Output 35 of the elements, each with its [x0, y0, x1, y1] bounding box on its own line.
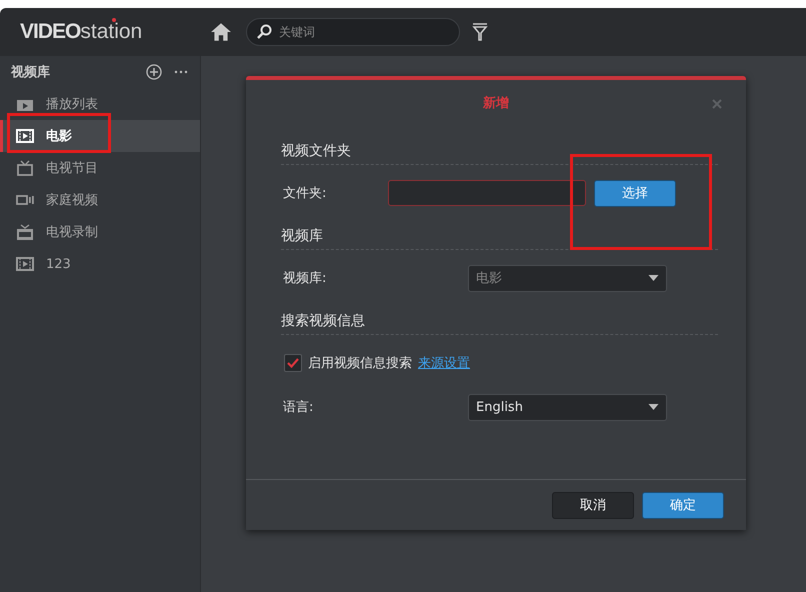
- add-icon[interactable]: [146, 64, 162, 80]
- tv-icon: [16, 160, 34, 176]
- field-label: 语言:: [283, 399, 314, 416]
- sidebar-item[interactable]: 电视节目: [0, 152, 200, 184]
- sidebar-item[interactable]: 电影: [0, 120, 200, 152]
- caret-icon: [648, 275, 659, 281]
- video-camera-icon: [16, 194, 34, 206]
- cancel-button[interactable]: 取消: [552, 492, 634, 518]
- sidebar-item[interactable]: 123: [0, 248, 200, 280]
- checkbox-label: 启用视频信息搜索: [308, 355, 412, 372]
- sidebar-item[interactable]: 家庭视频: [0, 184, 200, 216]
- confirm-button[interactable]: 确定: [642, 492, 724, 518]
- search-field[interactable]: 关键词: [246, 18, 460, 46]
- select-button[interactable]: 选择: [594, 180, 676, 206]
- filter-icon[interactable]: [472, 23, 488, 41]
- sidebar-title: 视频库: [11, 64, 51, 81]
- logo: VIDEOstation: [19, 20, 144, 44]
- sidebar-item[interactable]: 播放列表: [0, 88, 200, 120]
- folder-input-field[interactable]: [388, 180, 586, 206]
- field-label: 视频库:: [283, 270, 328, 287]
- film-icon: [16, 129, 34, 143]
- dialog-title: 新增: [482, 94, 510, 112]
- dropdown[interactable]: English: [468, 394, 667, 420]
- section-title: 视频库: [281, 223, 718, 250]
- section-title: 视频文件夹: [281, 138, 718, 165]
- sidebar-item[interactable]: 电视录制: [0, 216, 200, 248]
- source-settings-link[interactable]: 来源设置: [418, 354, 470, 372]
- film-icon: [16, 257, 34, 271]
- home-icon[interactable]: [210, 22, 232, 42]
- section-title: 搜索视频信息: [281, 308, 718, 335]
- field-label: 文件夹:: [283, 185, 328, 202]
- checkbox[interactable]: [284, 354, 302, 372]
- caret-icon: [648, 404, 659, 410]
- more-icon[interactable]: [174, 70, 188, 74]
- tv-recording-icon: [16, 224, 34, 240]
